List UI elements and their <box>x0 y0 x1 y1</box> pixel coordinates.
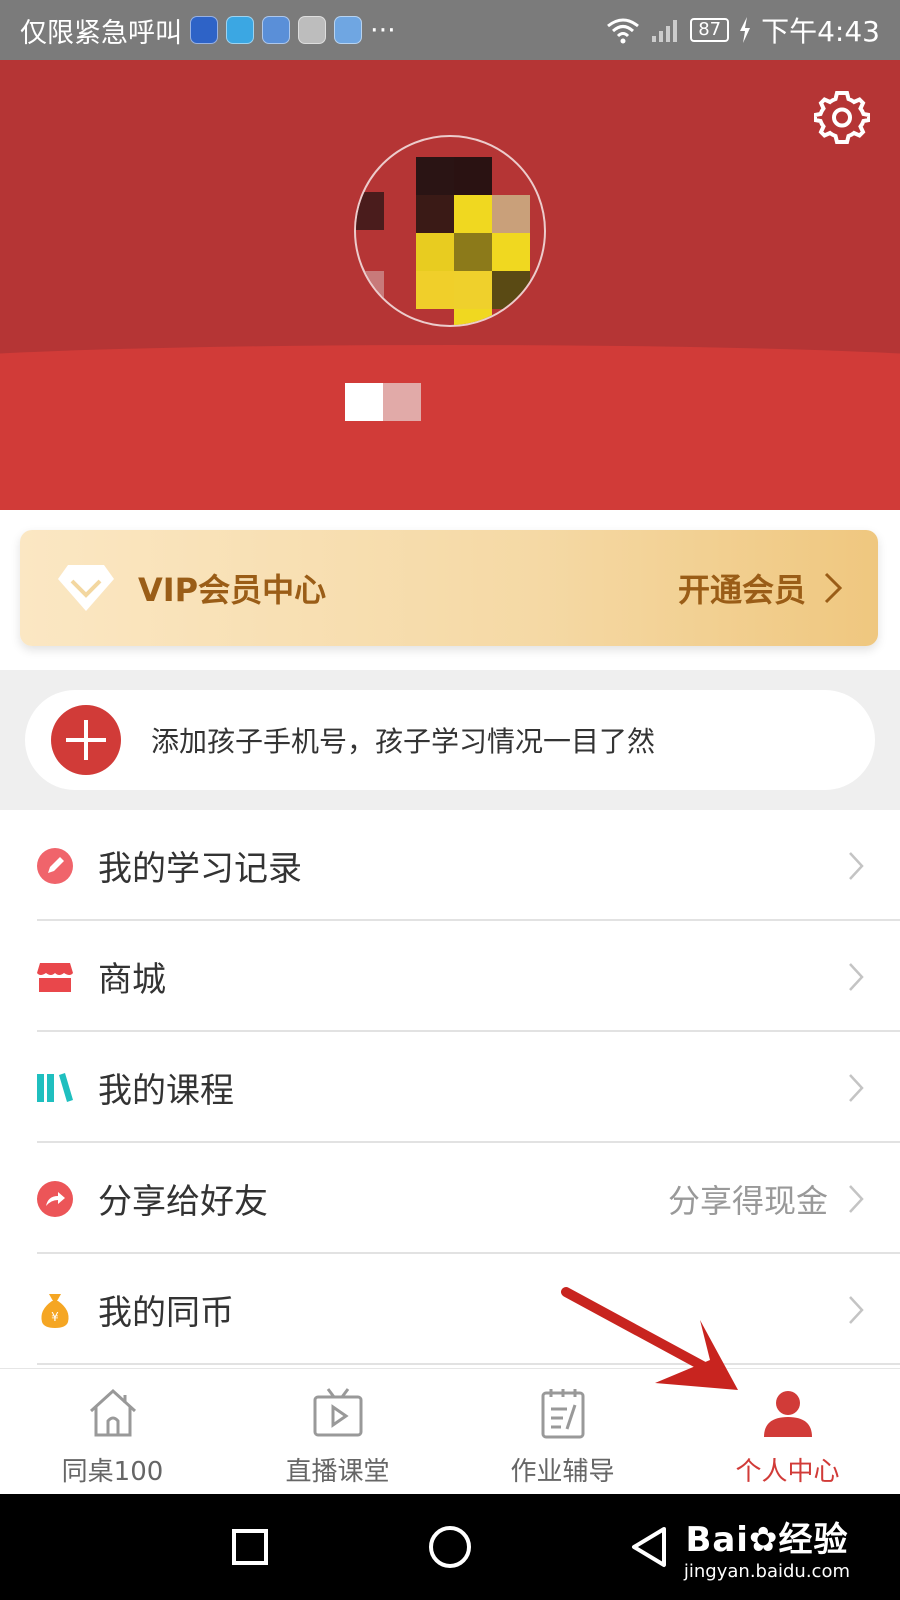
nav-label: 个人中心 <box>735 1457 840 1487</box>
chevron-right-icon <box>849 1073 864 1102</box>
gear-icon[interactable] <box>814 90 870 146</box>
vip-title: VIP会员中心 <box>138 571 327 609</box>
add-child-phone-button[interactable]: 添加孩子手机号，孩子学习情况一目了然 <box>25 690 875 790</box>
menu-label: 我的课程 <box>98 1071 234 1111</box>
username-pixelated <box>345 383 421 421</box>
watermark-url: jingyan.baidu.com <box>683 1561 850 1582</box>
svg-text:¥: ¥ <box>51 1310 59 1324</box>
status-bar: 仅限紧急呼叫 ··· 87 下午4:43 <box>0 0 900 60</box>
tv-icon <box>313 1388 362 1437</box>
tab-home[interactable]: 同桌100 <box>0 1369 225 1494</box>
menu-item-share[interactable]: 分享给好友 分享得现金 <box>0 1143 900 1254</box>
more-notifications-icon: ··· <box>370 14 396 46</box>
profile-header <box>0 60 900 510</box>
app-notification-icon <box>298 16 326 44</box>
open-membership-link[interactable]: 开通会员 <box>678 565 806 611</box>
carrier-text: 仅限紧急呼叫 <box>20 17 182 49</box>
chevron-right-icon <box>849 1184 864 1213</box>
store-icon <box>36 958 74 996</box>
nav-label: 作业辅导 <box>510 1457 615 1487</box>
chevron-right-icon <box>849 1295 864 1324</box>
app-notification-icon <box>262 16 290 44</box>
app-notification-icon <box>190 16 218 44</box>
nav-label: 直播课堂 <box>285 1457 390 1487</box>
paw-icon: ✿ <box>748 1520 779 1560</box>
menu-label: 商城 <box>98 960 166 1000</box>
nav-label: 同桌100 <box>61 1457 164 1487</box>
menu-item-coins[interactable]: ¥ 我的同币 <box>0 1254 900 1365</box>
menu-label: 分享给好友 <box>98 1182 268 1222</box>
clock: 下午4:43 <box>761 15 880 48</box>
menu-item-store[interactable]: 商城 <box>0 921 900 1032</box>
baidu-jingyan-watermark: Bai✿经验 jingyan.baidu.com <box>684 1512 850 1582</box>
home-button-icon[interactable] <box>420 1517 480 1577</box>
chevron-right-icon <box>849 851 864 880</box>
home-icon <box>89 1388 136 1437</box>
watermark-logo: Bai✿经验 <box>685 1520 849 1560</box>
share-icon <box>36 1180 74 1218</box>
back-icon[interactable] <box>620 1517 680 1577</box>
menu-item-study-record[interactable]: 我的学习记录 <box>0 810 900 921</box>
app-notification-icon <box>334 16 362 44</box>
signal-icon <box>652 20 678 42</box>
add-child-text: 添加孩子手机号，孩子学习情况一目了然 <box>151 725 656 758</box>
share-cash-hint: 分享得现金 <box>667 1181 828 1220</box>
app-notification-icon <box>226 16 254 44</box>
status-left: 仅限紧急呼叫 ··· <box>20 11 396 50</box>
annotation-arrow-icon <box>561 1287 738 1390</box>
diamond-icon <box>58 565 114 611</box>
pencil-icon <box>36 847 74 885</box>
header-wave <box>0 345 900 510</box>
chevron-right-icon <box>824 572 842 604</box>
tab-live-class[interactable]: 直播课堂 <box>225 1369 450 1494</box>
wifi-icon <box>607 18 640 44</box>
menu-label: 我的同币 <box>98 1293 234 1333</box>
menu-list: 我的学习记录 商城 我的课程 分享给好友 分享得现金 ¥ 我的同币 <box>0 810 900 1365</box>
vip-center-card[interactable]: VIP会员中心 开通会员 <box>20 530 878 646</box>
system-navigation-bar: Bai✿经验 jingyan.baidu.com <box>0 1494 900 1600</box>
menu-item-my-courses[interactable]: 我的课程 <box>0 1032 900 1143</box>
person-icon <box>763 1391 812 1437</box>
status-right: 87 下午4:43 <box>606 10 880 50</box>
books-icon <box>36 1069 74 1107</box>
battery-icon: 87 <box>690 18 730 42</box>
plus-icon <box>51 705 121 775</box>
avatar[interactable] <box>354 135 546 327</box>
bottom-navigation: 同桌100 直播课堂 作业辅导 个人中心 <box>0 1368 900 1494</box>
recent-apps-icon[interactable] <box>220 1517 280 1577</box>
menu-label: 我的学习记录 <box>98 849 302 889</box>
charging-icon <box>740 17 751 43</box>
money-bag-icon: ¥ <box>36 1291 74 1329</box>
chevron-right-icon <box>849 962 864 991</box>
